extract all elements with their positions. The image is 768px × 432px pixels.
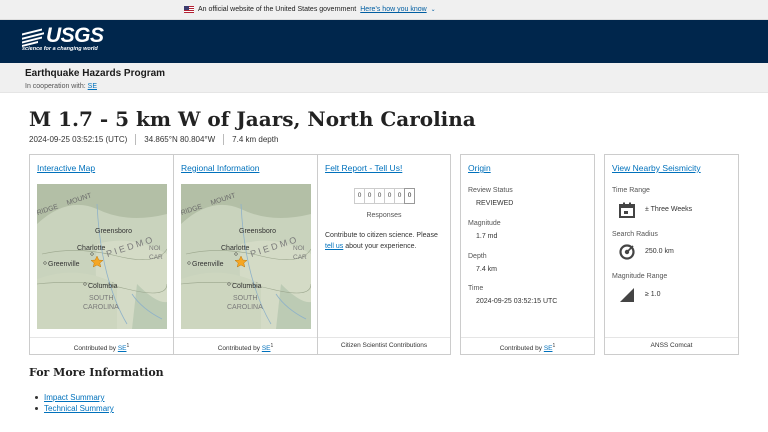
map-label-nor: NOI bbox=[293, 245, 305, 252]
map-label-charlotte: Charlotte bbox=[221, 245, 250, 252]
usgs-tagline: science for a changing world bbox=[22, 46, 98, 52]
map-label-columbia: Columbia bbox=[232, 283, 262, 290]
map-label-greensboro: Greensboro bbox=[239, 228, 276, 235]
divider bbox=[223, 134, 225, 145]
card-footer: Contributed by SE1 bbox=[30, 337, 173, 354]
regional-map-thumbnail[interactable]: RIDGE MOUNT Greensboro P I E D M O Charl… bbox=[181, 184, 311, 329]
event-location: 34.865°N 80.804°W bbox=[144, 135, 216, 144]
tell-us-link[interactable]: tell us bbox=[325, 243, 343, 250]
map-label-car: CAR bbox=[149, 254, 163, 261]
response-digit: 0 bbox=[404, 188, 415, 204]
magnitude-wedge-icon bbox=[620, 288, 634, 302]
nearby-seismicity-card[interactable]: View Nearby Seismicity Time Range ± Thre… bbox=[604, 154, 739, 355]
felt-report-card[interactable]: Felt Report - Tell Us! 0 0 0 0 0 0 Respo… bbox=[317, 154, 451, 355]
time-range-value: ± Three Weeks bbox=[645, 206, 693, 213]
site-header: USGS science for a changing world bbox=[0, 20, 768, 63]
origin-card[interactable]: Origin Review Status REVIEWED Magnitude … bbox=[460, 154, 595, 355]
usgs-wave-icon bbox=[22, 28, 44, 47]
map-label-charlotte: Charlotte bbox=[77, 245, 106, 252]
event-title: M 1.7 - 5 km W of Jaars, North Carolina bbox=[29, 107, 476, 131]
interactive-map-thumbnail[interactable]: RIDGE MOUNT Greensboro P I E D M O Charl… bbox=[37, 184, 167, 329]
radius-target-icon bbox=[619, 244, 635, 260]
contributor-sup: 1 bbox=[270, 343, 274, 349]
heres-how-you-know-link[interactable]: Here’s how you know bbox=[360, 6, 426, 13]
usgs-logo-text: USGS bbox=[46, 24, 104, 47]
review-status-label: Review Status bbox=[468, 187, 513, 194]
magnitude-range-value: ≥ 1.0 bbox=[645, 291, 661, 298]
card-footer: Citizen Scientist Contributions bbox=[318, 337, 450, 354]
technical-summary-link[interactable]: Technical Summary bbox=[44, 404, 114, 413]
origin-link[interactable]: Origin bbox=[468, 163, 491, 173]
map-label-greenville: Greenville bbox=[192, 261, 224, 268]
map-label-nor: NOI bbox=[149, 245, 161, 252]
magnitude-label: Magnitude bbox=[468, 220, 501, 227]
time-label: Time bbox=[468, 285, 484, 292]
regional-information-card[interactable]: Regional Information RIDGE MOUNT Greensb… bbox=[173, 154, 318, 355]
divider bbox=[135, 134, 137, 145]
more-info-heading: For More Information bbox=[29, 366, 164, 379]
card-footer: Contributed by SE1 bbox=[461, 337, 594, 354]
more-info-list: Impact Summary Technical Summary bbox=[35, 393, 114, 415]
depth-label: Depth bbox=[468, 253, 487, 260]
gov-banner-text: An official website of the United States… bbox=[198, 6, 357, 13]
depth-value: 7.4 km bbox=[476, 266, 498, 273]
search-radius-label: Search Radius bbox=[612, 231, 658, 238]
nearby-seismicity-link[interactable]: View Nearby Seismicity bbox=[612, 163, 701, 173]
search-radius-value: 250.0 km bbox=[645, 248, 674, 255]
gov-banner: An official website of the United States… bbox=[0, 0, 768, 20]
contributed-by-label: Contributed by bbox=[499, 345, 542, 353]
review-status-value: REVIEWED bbox=[476, 200, 514, 207]
calendar-icon bbox=[619, 202, 635, 218]
cooperation-label: In cooperation with: bbox=[25, 83, 86, 90]
contributor-sup: 1 bbox=[126, 343, 130, 349]
cooperation-line: In cooperation with: SE bbox=[25, 83, 97, 90]
event-meta: 2024-09-25 03:52:15 (UTC) 34.865°N 80.80… bbox=[29, 134, 278, 145]
map-label-greenville: Greenville bbox=[48, 261, 80, 268]
felt-text-before: Contribute to citizen science. Please bbox=[325, 232, 438, 239]
card-footer: ANSS Comcat bbox=[605, 337, 738, 354]
usgs-logo[interactable]: USGS science for a changing world bbox=[22, 24, 104, 52]
us-flag-icon bbox=[184, 6, 194, 13]
contributed-by-label: Contributed by bbox=[217, 345, 260, 353]
map-label-carolina: CAROLINA bbox=[227, 304, 263, 311]
map-label-carolina: CAROLINA bbox=[83, 304, 119, 311]
felt-report-link[interactable]: Felt Report - Tell Us! bbox=[325, 163, 402, 173]
map-label-car: CAR bbox=[293, 254, 307, 261]
felt-report-description: Contribute to citizen science. Please te… bbox=[325, 231, 443, 252]
program-title[interactable]: Earthquake Hazards Program bbox=[25, 68, 165, 79]
interactive-map-link[interactable]: Interactive Map bbox=[37, 163, 95, 173]
time-value: 2024-09-25 03:52:15 UTC bbox=[476, 298, 558, 305]
regional-information-link[interactable]: Regional Information bbox=[181, 163, 259, 173]
contributor-sup: 1 bbox=[552, 343, 556, 349]
response-counter: 0 0 0 0 0 0 bbox=[354, 188, 415, 204]
chevron-down-icon[interactable]: ⌄ bbox=[431, 6, 436, 13]
map-label-greensboro: Greensboro bbox=[95, 228, 132, 235]
list-item: Technical Summary bbox=[35, 404, 114, 415]
contributed-by-label: Contributed by bbox=[73, 345, 116, 353]
program-bar: Earthquake Hazards Program In cooperatio… bbox=[0, 63, 768, 93]
responses-label: Responses bbox=[366, 212, 402, 219]
time-range-label: Time Range bbox=[612, 187, 650, 194]
map-label-columbia: Columbia bbox=[88, 283, 118, 290]
event-time: 2024-09-25 03:52:15 (UTC) bbox=[29, 135, 128, 144]
felt-text-after: about your experience. bbox=[345, 242, 417, 250]
magnitude-range-label: Magnitude Range bbox=[612, 273, 668, 280]
card-footer: Contributed by SE1 bbox=[174, 337, 317, 354]
event-depth: 7.4 km depth bbox=[232, 135, 279, 144]
map-label-south: SOUTH bbox=[89, 295, 114, 302]
impact-summary-link[interactable]: Impact Summary bbox=[44, 393, 104, 402]
map-label-south: SOUTH bbox=[233, 295, 258, 302]
interactive-map-card[interactable]: Interactive Map RIDGE MOUNT Greensboro P… bbox=[29, 154, 174, 355]
list-item: Impact Summary bbox=[35, 393, 114, 404]
cooperation-network-link[interactable]: SE bbox=[88, 83, 97, 90]
magnitude-value: 1.7 md bbox=[476, 233, 498, 240]
